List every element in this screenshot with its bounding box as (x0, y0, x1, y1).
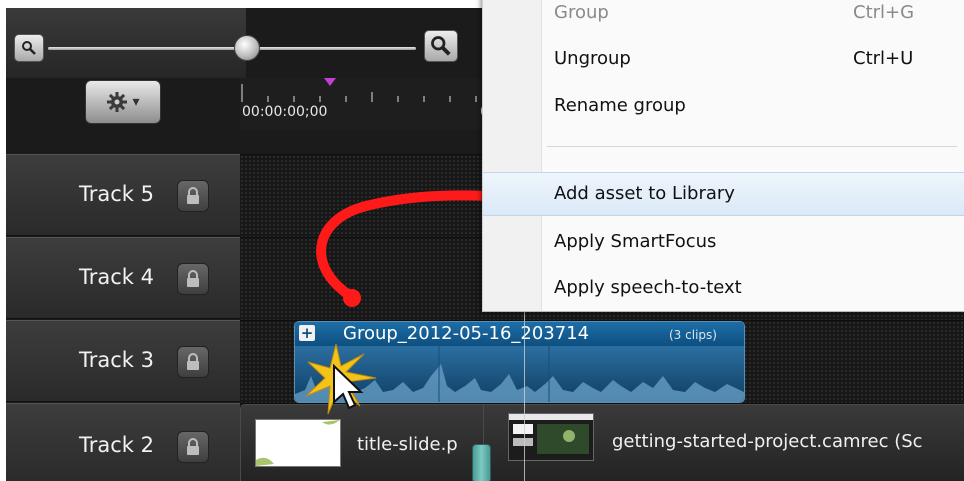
track-lock-button[interactable] (177, 346, 209, 378)
ruler-timecode: 00:00:00;00 (242, 104, 328, 120)
zoom-bar (6, 8, 458, 78)
timeline-settings-button[interactable]: ▾ (85, 80, 161, 124)
timeline-ruler[interactable]: 00:00:00;00 0 (240, 78, 500, 130)
track-header-4[interactable]: Track 4 (6, 237, 240, 319)
track-lock-button[interactable] (177, 180, 209, 212)
clip-label: getting-started-project.camrec (Sc (612, 431, 923, 452)
track-lock-button[interactable] (177, 431, 209, 463)
zoom-slider-track[interactable] (48, 47, 416, 50)
track-lock-button[interactable] (177, 263, 209, 295)
marker-icon (324, 78, 336, 86)
menu-item-label: Add asset to Library (554, 183, 735, 204)
group-clip-name: Group_2012-05-16_203714 (343, 323, 590, 344)
menu-item-label: Group (554, 2, 609, 23)
menu-separator (547, 146, 957, 147)
clip-thumbnail (255, 419, 341, 467)
clip-thumbnail (508, 413, 594, 461)
track-label: Track 3 (79, 348, 154, 372)
zoom-out-button[interactable] (14, 34, 44, 62)
gear-icon (107, 92, 128, 112)
lock-icon (187, 353, 199, 370)
menu-item-shortcut: Ctrl+G (853, 2, 915, 23)
lock-icon (187, 438, 199, 455)
clip-label: title-slide.p (357, 434, 458, 455)
group-clip-header: + Group_2012-05-16_203714 (3 clips) (295, 322, 744, 346)
menu-item-add-asset-to-library[interactable]: Add asset to Library (483, 172, 964, 216)
lock-icon (187, 270, 199, 287)
group-clip-count: (3 clips) (669, 328, 717, 342)
magnifier-plus-icon (431, 36, 451, 56)
track-label: Track 2 (79, 433, 154, 457)
track-label: Track 5 (79, 182, 154, 206)
menu-item-label: Rename group (554, 95, 686, 116)
track-header-3[interactable]: Track 3 (6, 320, 240, 402)
menu-item-label: Apply speech-to-text (554, 277, 742, 298)
track-header-2[interactable]: Track 2 (6, 403, 240, 481)
playhead-line[interactable] (524, 296, 525, 481)
chevron-down-icon: ▾ (132, 94, 140, 110)
menu-item-rename-group[interactable]: Rename group (483, 85, 964, 129)
track-header-5[interactable]: Track 5 (6, 154, 240, 236)
menu-item-shortcut: Ctrl+U (853, 48, 914, 69)
mouse-cursor-icon (333, 364, 364, 410)
menu-item-label: Ungroup (554, 48, 631, 69)
zoom-in-button[interactable] (424, 30, 458, 62)
menu-item-apply-speech-to-text[interactable]: Apply speech-to-text (483, 267, 964, 311)
expand-group-button[interactable]: + (299, 325, 315, 341)
track-label: Track 4 (79, 265, 154, 289)
clip-trim-handle[interactable] (472, 444, 491, 481)
lock-icon (187, 187, 199, 204)
menu-item-label: Apply SmartFocus (554, 231, 717, 252)
menu-item-apply-smartfocus[interactable]: Apply SmartFocus (483, 221, 964, 265)
menu-item-group[interactable]: Group Ctrl+G (483, 0, 964, 36)
context-menu: Group Ctrl+G Ungroup Ctrl+U Rename group… (482, 0, 964, 312)
menu-item-ungroup[interactable]: Ungroup Ctrl+U (483, 38, 964, 82)
clip-camrec[interactable]: getting-started-project.camrec (Sc (483, 404, 964, 481)
magnifier-minus-icon (22, 41, 36, 55)
zoom-slider-thumb[interactable] (234, 35, 260, 61)
